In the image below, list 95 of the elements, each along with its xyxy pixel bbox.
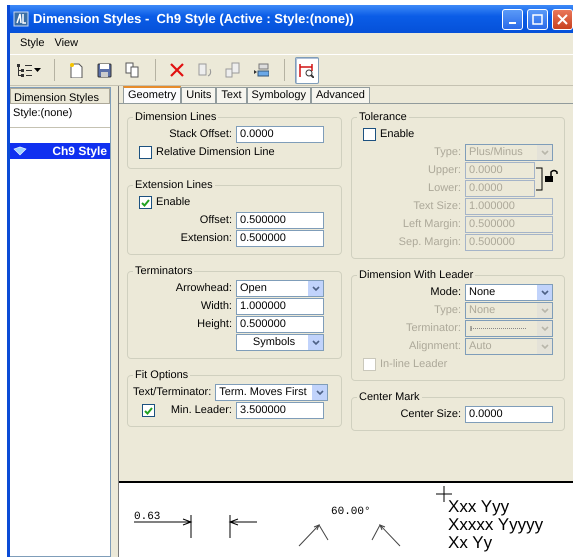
chevron-down-icon [312,339,320,346]
field-label: Arrowhead: [174,281,232,296]
dropdown[interactable]: Term. Moves First [215,384,328,401]
tree-view-icon [16,62,32,78]
field-label: Mode: [429,285,461,300]
maximize-icon [532,14,543,24]
field-label: Alignment: [408,339,461,354]
document-update-icon [197,62,213,78]
field-label: Sep. Margin: [398,235,461,250]
field-label: Stack Offset: [168,127,232,142]
menu-item[interactable]: View [54,35,78,52]
dropdown[interactable]: Symbols [236,334,324,351]
checkbox[interactable] [363,128,376,141]
delete-icon [169,62,185,78]
angle-value: 60.00° [331,506,371,518]
preview-icon [298,62,314,78]
group-title: Terminators [134,265,194,277]
sample-text: Xxx Yyy Xxxxx Yyyyy Xx Yy [448,497,544,552]
field-label: Min. Leader: [170,403,232,418]
tab[interactable]: Advanced [310,87,370,103]
maximize-button[interactable] [527,8,548,30]
list-item[interactable]: Style:(none) [10,104,110,128]
group-title: Dimension With Leader [358,269,474,281]
text-field[interactable]: 0.500000 [236,212,324,229]
field-label: Type: [433,303,461,318]
dropdown: Auto [465,338,553,355]
field-label: Height: [196,317,232,332]
text-field[interactable]: 1.000000 [236,298,324,315]
field-label: Width: [200,299,232,314]
field-label: Offset: [198,213,232,228]
chevron-down-icon [540,325,548,332]
field-label: Lower: [426,181,461,196]
text-field[interactable]: 3.500000 [236,402,324,419]
toolbar-button[interactable] [295,56,319,84]
dimension-value: 0.63 [134,511,160,523]
list-item[interactable]: Ch9 Style [10,143,110,159]
field-label: Terminator: [404,321,461,336]
tab[interactable]: Text [216,87,247,103]
field-label: Text Size: [412,199,461,214]
chevron-down-icon [540,289,548,296]
text-field: 0.500000 [465,234,553,251]
save-icon [96,62,112,78]
dropdown: Plus/Minus [465,144,553,161]
column-header: Dimension Styles [10,88,110,104]
tab[interactable]: Units [181,87,216,103]
field-label: Text/Terminator: [133,385,212,400]
text-field: 0.0000 [465,180,535,197]
minimize-button[interactable] [502,8,523,30]
copy-icon [124,62,140,78]
dropdown[interactable]: None [465,284,553,301]
chevron-down-icon [540,149,548,156]
field-label: Type: [433,145,461,160]
field-label: Upper: [426,163,461,178]
group-title: Center Mark [358,391,421,403]
group-title: Extension Lines [134,179,214,191]
field-label: Extension: [180,231,232,246]
text-field: 1.000000 [465,198,553,215]
tab[interactable]: Symbology [246,87,311,103]
app-icon [13,11,29,27]
window-title: Dimension Styles - Ch9 Style (Active : Style:(none)) [33,10,355,28]
chevron-down-icon [540,307,548,314]
checkbox-label: Enable [380,127,414,142]
line-style-icon [469,324,529,333]
close-button[interactable] [552,8,573,30]
dropdown[interactable]: Open [236,280,324,297]
document-swap-icon [225,62,241,78]
checkbox-label: In-line Leader [380,357,448,372]
text-field[interactable]: 0.500000 [236,230,324,247]
minimize-icon [509,22,516,24]
chevron-down-icon [540,343,548,350]
checkbox-label: Relative Dimension Line [156,145,275,160]
menu-item[interactable]: Style [20,35,44,52]
dropdown: None [465,302,553,319]
checkbox-label: Enable [156,195,190,210]
text-field[interactable]: 0.0000 [236,126,324,143]
group-title: Dimension Lines [134,111,218,123]
checkbox[interactable] [139,196,152,209]
group-title: Fit Options [134,369,190,381]
chevron-down-icon [312,285,320,292]
field-label: Left Margin: [402,217,461,232]
text-field: 0.500000 [465,216,553,233]
text-field[interactable]: 0.500000 [236,316,324,333]
new-file-icon [68,62,84,78]
text-field: 0.0000 [465,162,535,179]
style-icon [13,146,27,156]
chevron-down-icon [316,389,324,396]
checkbox[interactable] [139,146,152,159]
close-icon [557,14,568,24]
export-icon [253,62,269,78]
checkbox[interactable] [142,404,155,417]
caret-icon [34,68,41,72]
text-field[interactable]: 0.0000 [465,406,553,423]
field-label: Center Size: [399,407,461,422]
tab[interactable]: Geometry [123,86,182,103]
group-title: Tolerance [358,111,408,123]
